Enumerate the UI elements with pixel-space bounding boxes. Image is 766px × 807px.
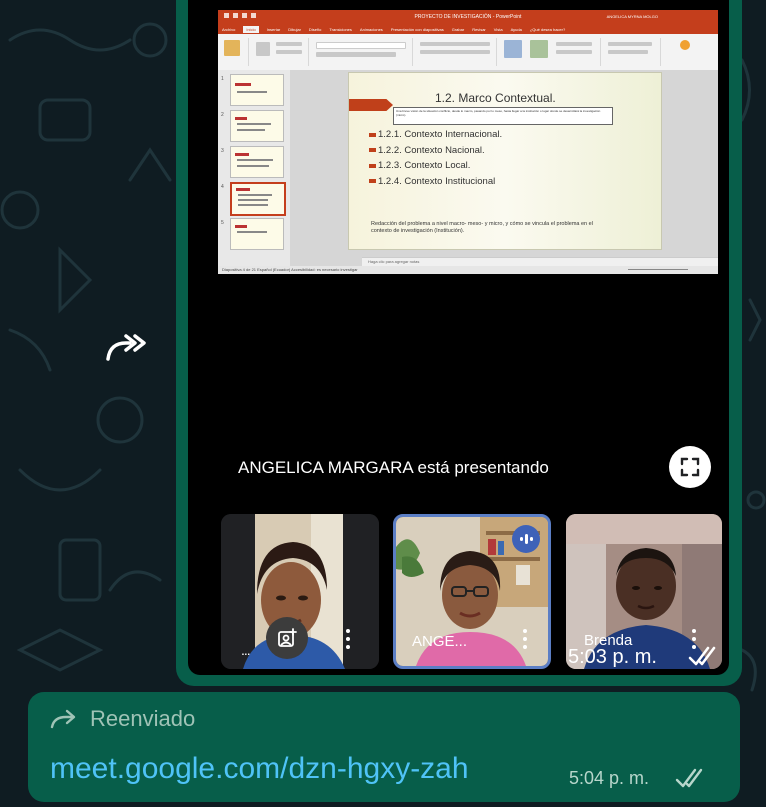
ppt-tab: Animaciones xyxy=(359,26,383,32)
participant-tile[interactable]: ... xyxy=(221,514,379,669)
ppt-ribbon-tabs: Archivo Inicio Insertar Dibujar Diseño T… xyxy=(218,24,718,34)
ppt-ribbon xyxy=(218,34,718,71)
current-slide: 1.2. Marco Contextual. Una breve visión … xyxy=(348,72,662,250)
meet-screenshot[interactable]: PROYECTO DE INVESTIGACIÓN - PowerPoint A… xyxy=(188,0,729,675)
slide-bullet: 1.2.1. Contexto Internacional. xyxy=(369,129,502,140)
participant-menu-icon[interactable] xyxy=(345,629,351,653)
slide-bullet: 1.2.2. Contexto Nacional. xyxy=(369,145,502,156)
speaking-indicator-icon xyxy=(512,525,540,553)
slide-thumbnails: 1 2 3 4 5 xyxy=(218,70,291,266)
participant-tile-active[interactable]: ANGE... xyxy=(393,514,551,669)
media-message-bubble[interactable]: PROYECTO DE INVESTIGACIÓN - PowerPoint A… xyxy=(176,0,742,686)
ppt-tab: Transiciones xyxy=(329,26,352,32)
fullscreen-button[interactable] xyxy=(669,446,711,488)
participant-name: ... xyxy=(241,642,251,658)
slide-bullet-list: 1.2.1. Contexto Internacional. 1.2.2. Co… xyxy=(369,129,502,191)
meet-link[interactable]: meet.google.com/dzn-hgxy-zah xyxy=(50,752,469,786)
shared-screen-powerpoint: PROYECTO DE INVESTIGACIÓN - PowerPoint A… xyxy=(218,10,718,274)
read-receipt-icon xyxy=(688,646,718,673)
link-message-bubble[interactable]: Reenviado meet.google.com/dzn-hgxy-zah 5… xyxy=(28,692,740,802)
ppt-notes-pane: Haga clic para agregar notas xyxy=(362,257,718,266)
add-photo-icon xyxy=(278,628,297,647)
forwarded-icon xyxy=(50,709,76,729)
ppt-user: ANGELICA MYRNA MOLGO xyxy=(606,14,658,19)
presenting-label: ANGELICA MARGARA está presentando xyxy=(238,458,549,477)
link-message-time: 5:04 p. m. xyxy=(569,768,650,788)
forwarded-indicator: Reenviado xyxy=(50,706,195,732)
ppt-tab: Dibujar xyxy=(288,26,301,32)
slide-bullet: 1.2.3. Contexto Local. xyxy=(369,160,502,171)
ppt-tab: Presentación con diapositivas xyxy=(390,26,444,32)
forwarded-label: Reenviado xyxy=(90,706,196,731)
forward-button[interactable] xyxy=(96,322,156,374)
slide-bullet: 1.2.4. Contexto Institucional xyxy=(369,176,502,187)
ppt-title-bar: PROYECTO DE INVESTIGACIÓN - PowerPoint A… xyxy=(218,10,718,24)
ppt-status-text: Diapositiva 4 de 21 Español (Ecuador) Ac… xyxy=(222,267,358,272)
ppt-status-bar: Diapositiva 4 de 21 Español (Ecuador) Ac… xyxy=(218,266,718,274)
forward-icon xyxy=(106,334,146,361)
slide-canvas: 1.2. Marco Contextual. Una breve visión … xyxy=(290,70,718,266)
ppt-tab: Archivo xyxy=(222,26,236,32)
add-photo-button[interactable] xyxy=(266,617,308,659)
ppt-tab: Inicio xyxy=(243,25,259,33)
slide-title-arrow xyxy=(349,99,393,111)
ppt-tab: Vista xyxy=(493,26,503,32)
media-message-time: 5:03 p. m. xyxy=(568,646,657,668)
ppt-tab: Diseño xyxy=(308,26,322,32)
slide-note-box: Una breve visión de la situación conflic… xyxy=(393,107,613,125)
ppt-window-title: PROYECTO DE INVESTIGACIÓN - PowerPoint xyxy=(414,14,522,20)
ppt-workspace: 1 2 3 4 5 1.2. Marco Contextual. Una bre… xyxy=(218,70,718,266)
ppt-tab: Grabar xyxy=(451,26,465,32)
ppt-tab: Insertar xyxy=(266,26,281,32)
ppt-tab: Revisar xyxy=(472,26,486,32)
ppt-tab: Ayuda xyxy=(510,26,522,32)
slide-footer-text: Redacción del problema a nivel macro- me… xyxy=(371,221,593,234)
participant-name: ANGE... xyxy=(412,633,468,650)
ppt-tab: ¿Qué desea hacer? xyxy=(529,26,566,32)
read-receipt-icon xyxy=(675,768,705,795)
slide-title: 1.2. Marco Contextual. xyxy=(435,91,556,105)
participant-menu-icon[interactable] xyxy=(522,629,528,653)
fullscreen-icon xyxy=(680,457,700,477)
